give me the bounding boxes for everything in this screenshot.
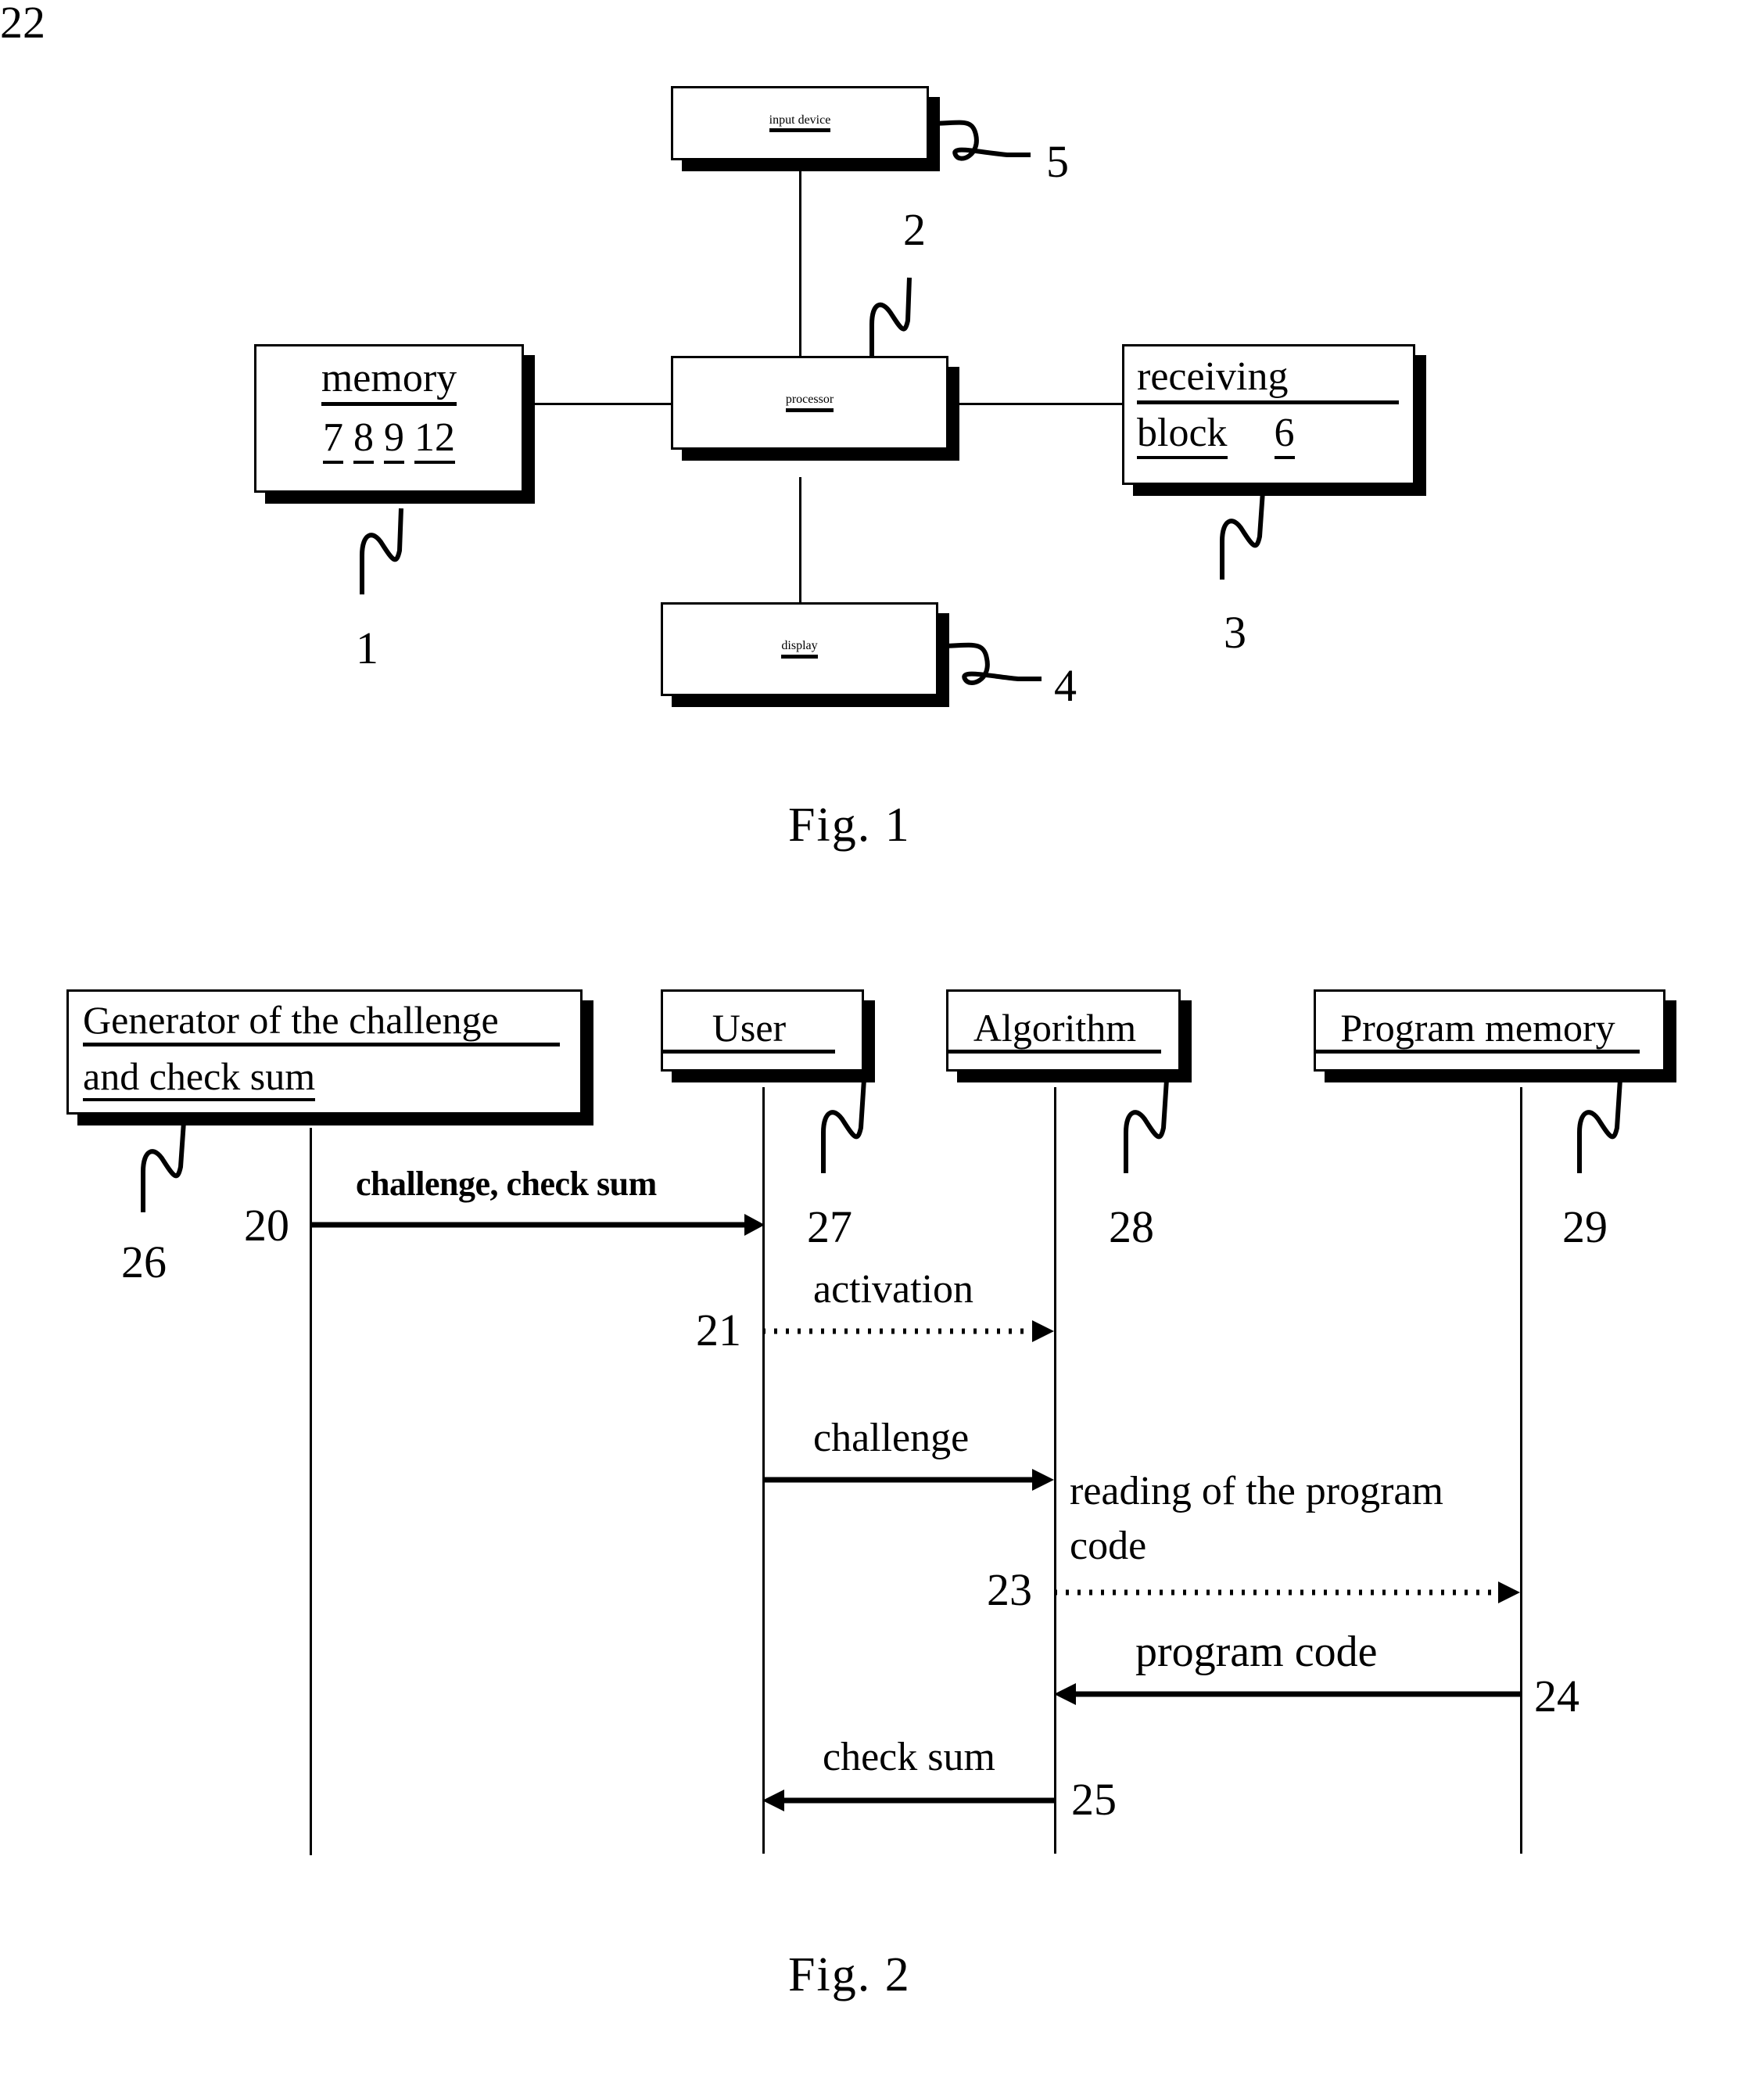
block-processor[interactable]: processor xyxy=(671,356,948,450)
ref-number-23: 23 xyxy=(987,1564,1032,1615)
message-arrow-21 xyxy=(762,1320,1054,1342)
leader-line-27 xyxy=(821,1079,866,1173)
message-label-24: program code xyxy=(1135,1628,1378,1676)
message-label-25: check sum xyxy=(823,1735,995,1779)
lifeline-header-user[interactable]: User xyxy=(661,989,864,1072)
lifeline-header-program-memory[interactable]: Program memory xyxy=(1314,989,1665,1072)
ref-number-27: 27 xyxy=(807,1201,852,1252)
leader-line-1 xyxy=(360,508,403,594)
ref-number-3: 3 xyxy=(1224,607,1246,658)
leader-line-29 xyxy=(1577,1079,1622,1173)
user-label: User xyxy=(663,1007,862,1054)
ref-number-5: 5 xyxy=(1046,136,1069,187)
block-memory-subrefs: 7 8 9 12 xyxy=(256,416,522,465)
block-receiving-block[interactable]: receiving block 6 xyxy=(1122,344,1415,485)
ref-number-24: 24 xyxy=(1534,1671,1579,1721)
generator-label-line2: and check sum xyxy=(69,1055,580,1101)
block-processor-label: processor xyxy=(673,393,946,412)
message-label-21: activation xyxy=(813,1267,974,1312)
connector-processor-to-receiving xyxy=(950,403,1122,405)
lifeline-program-memory xyxy=(1520,1087,1522,1854)
lifeline-header-generator[interactable]: Generator of the challenge and check sum xyxy=(66,989,583,1115)
memory-ref-9: 9 xyxy=(384,416,404,465)
block-display[interactable]: display xyxy=(661,602,938,696)
block-memory-label: memory xyxy=(256,357,522,406)
message-arrow-23 xyxy=(1054,1581,1520,1603)
figure-2-caption: Fig. 2 xyxy=(788,1948,911,2001)
receiving-inline-ref-6: 6 xyxy=(1274,411,1295,460)
leader-line-2 xyxy=(869,277,912,364)
ref-number-26: 26 xyxy=(121,1237,167,1287)
message-arrow-20 xyxy=(310,1214,765,1236)
ref-number-29: 29 xyxy=(1562,1201,1608,1252)
ref-number-1: 1 xyxy=(356,623,378,673)
generator-label-line1: Generator of the challenge xyxy=(69,1000,580,1046)
connector-memory-to-processor xyxy=(524,403,680,405)
memory-ref-12: 12 xyxy=(414,416,455,465)
block-input-device[interactable]: input device xyxy=(671,86,929,160)
leader-line-26 xyxy=(141,1121,186,1212)
connector-processor-to-display xyxy=(799,477,801,602)
ref-number-21: 21 xyxy=(696,1305,741,1355)
ref-number-20: 20 xyxy=(244,1200,289,1251)
memory-ref-7: 7 xyxy=(323,416,343,465)
connector-input-to-processor xyxy=(799,160,801,364)
algorithm-label: Algorithm xyxy=(948,1007,1178,1054)
message-arrow-24 xyxy=(1054,1683,1520,1705)
block-display-label: display xyxy=(663,639,936,659)
ref-number-2: 2 xyxy=(903,204,926,255)
figure-1-caption: Fig. 1 xyxy=(788,799,911,852)
message-label-23-line1: reading of the program xyxy=(1070,1469,1443,1513)
lifeline-header-algorithm[interactable]: Algorithm xyxy=(946,989,1181,1072)
leader-line-28 xyxy=(1124,1079,1169,1173)
message-label-23-line2: code xyxy=(1070,1524,1147,1568)
block-input-device-label: input device xyxy=(673,113,927,133)
message-label-20: challenge, check sum xyxy=(356,1165,657,1203)
block-memory[interactable]: memory 7 8 9 12 xyxy=(254,344,524,493)
message-arrow-22 xyxy=(762,1469,1054,1491)
ref-number-22: 22 xyxy=(0,0,45,48)
program-memory-label: Program memory xyxy=(1316,1007,1663,1054)
memory-ref-8: 8 xyxy=(353,416,374,465)
leader-line-3 xyxy=(1220,490,1265,580)
block-receiving-label-line2: block 6 xyxy=(1124,411,1413,460)
message-label-22: challenge xyxy=(813,1416,970,1460)
ref-number-28: 28 xyxy=(1109,1201,1154,1252)
ref-number-25: 25 xyxy=(1071,1774,1117,1825)
ref-number-4: 4 xyxy=(1054,660,1077,711)
block-receiving-label-line1: receiving xyxy=(1124,355,1413,404)
message-arrow-25 xyxy=(762,1790,1054,1811)
